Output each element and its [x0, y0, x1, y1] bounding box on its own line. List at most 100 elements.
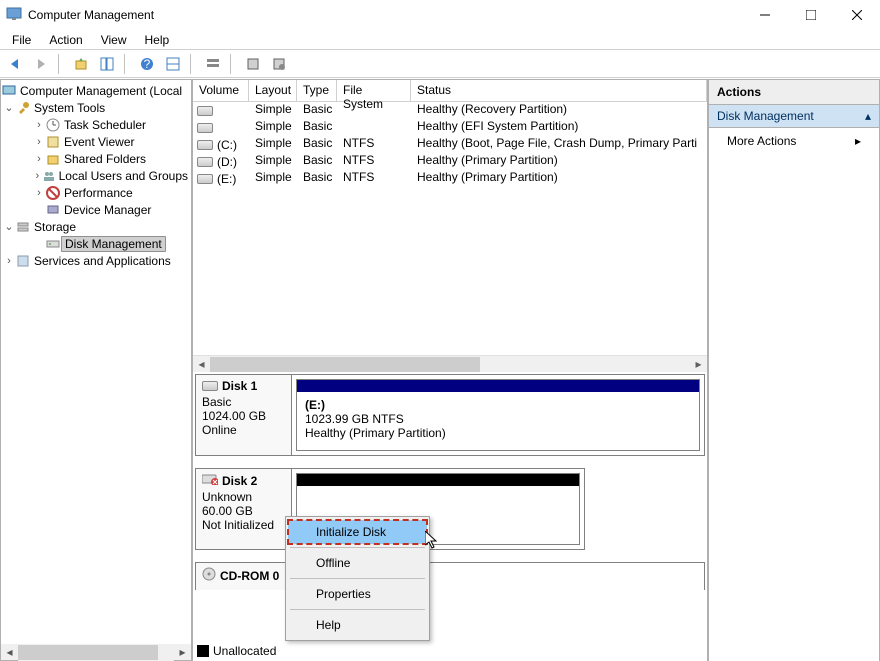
ctx-properties[interactable]: Properties	[288, 582, 427, 606]
actions-more[interactable]: More Actions ▸	[709, 128, 879, 154]
up-button[interactable]	[70, 53, 92, 75]
col-filesystem[interactable]: File System	[337, 80, 411, 101]
expand-icon[interactable]: ›	[33, 136, 45, 148]
tree-root[interactable]: Computer Management (Local	[1, 82, 191, 99]
menu-view[interactable]: View	[101, 30, 127, 49]
tree-device-manager[interactable]: › Device Manager	[1, 201, 191, 218]
menu-file[interactable]: File	[12, 30, 31, 49]
disk-row-cdrom[interactable]: CD-ROM 0	[195, 562, 705, 590]
details-button[interactable]	[202, 53, 224, 75]
device-icon	[45, 202, 61, 218]
volume-row[interactable]: Simple Basic Healthy (EFI System Partiti…	[193, 119, 707, 136]
navigation-tree: Computer Management (Local ⌄ System Tool…	[0, 79, 192, 661]
collapse-icon[interactable]: ⌄	[3, 101, 15, 114]
menu-action[interactable]: Action	[49, 30, 82, 49]
actions-category[interactable]: Disk Management ▴	[709, 105, 879, 128]
partition-status: Healthy (Primary Partition)	[305, 426, 446, 440]
legend: Unallocated	[197, 641, 276, 661]
tree-task-scheduler[interactable]: › Task Scheduler	[1, 116, 191, 133]
settings-button[interactable]	[242, 53, 264, 75]
performance-icon	[45, 185, 61, 201]
volume-rows: Simple Basic Healthy (Recovery Partition…	[193, 102, 707, 355]
tree-performance[interactable]: › Performance	[1, 184, 191, 201]
col-layout[interactable]: Layout	[249, 80, 297, 101]
expand-icon[interactable]: ›	[33, 170, 42, 182]
tree-shared-folders[interactable]: › Shared Folders	[1, 150, 191, 167]
forward-button[interactable]	[30, 53, 52, 75]
disk-state: Not Initialized	[202, 518, 285, 532]
computer-icon	[1, 83, 17, 99]
services-icon	[15, 253, 31, 269]
app-icon	[6, 6, 22, 25]
menu-separator	[290, 609, 425, 610]
volume-row[interactable]: (E:) Simple Basic NTFS Healthy (Primary …	[193, 170, 707, 187]
tree-services-apps[interactable]: › Services and Applications	[1, 252, 191, 269]
tree-disk-management[interactable]: › Disk Management	[1, 235, 191, 252]
toolbar: ?	[0, 50, 880, 78]
panel-button[interactable]	[162, 53, 184, 75]
tree-local-users[interactable]: › Local Users and Groups	[1, 167, 191, 184]
scroll-right-icon[interactable]: ▸	[174, 644, 191, 661]
extra-button[interactable]	[268, 53, 290, 75]
tree-storage[interactable]: ⌄ Storage	[1, 218, 191, 235]
window-controls	[742, 1, 880, 29]
help-button[interactable]: ?	[136, 53, 158, 75]
disk-header: Disk 1 Basic 1024.00 GB Online	[196, 375, 292, 455]
expand-icon[interactable]: ›	[33, 119, 45, 131]
users-icon	[42, 168, 56, 184]
tree-event-viewer[interactable]: › Event Viewer	[1, 133, 191, 150]
scroll-thumb[interactable]	[18, 645, 158, 660]
title-bar: Computer Management	[0, 0, 880, 30]
ctx-offline[interactable]: Offline	[288, 551, 427, 575]
maximize-button[interactable]	[788, 1, 834, 29]
expand-icon[interactable]: ›	[3, 255, 15, 267]
col-status[interactable]: Status	[411, 80, 707, 101]
close-button[interactable]	[834, 1, 880, 29]
menu-help[interactable]: Help	[145, 30, 170, 49]
collapse-icon[interactable]: ⌄	[3, 220, 15, 233]
show-hide-tree-button[interactable]	[96, 53, 118, 75]
back-button[interactable]	[4, 53, 26, 75]
disk-graphical-view: Disk 1 Basic 1024.00 GB Online (E:) 1023…	[193, 372, 707, 661]
volume-icon	[197, 174, 213, 184]
disk-mgmt-icon	[45, 236, 61, 252]
scroll-thumb[interactable]	[210, 357, 480, 372]
volume-columns: Volume Layout Type File System Status	[193, 80, 707, 102]
scroll-right-icon[interactable]: ▸	[690, 356, 707, 372]
expand-icon[interactable]: ›	[33, 187, 45, 199]
actions-header: Actions	[709, 80, 879, 105]
folder-icon	[45, 151, 61, 167]
disk-row-1[interactable]: Disk 1 Basic 1024.00 GB Online (E:) 1023…	[195, 374, 705, 456]
legend-swatch-unallocated	[197, 645, 209, 657]
ctx-help[interactable]: Help	[288, 613, 427, 637]
scroll-left-icon[interactable]: ◂	[193, 356, 210, 372]
minimize-button[interactable]	[742, 1, 788, 29]
col-volume[interactable]: Volume	[193, 80, 249, 101]
tree-system-tools[interactable]: ⌄ System Tools	[1, 99, 191, 116]
volume-row[interactable]: (C:) Simple Basic NTFS Healthy (Boot, Pa…	[193, 136, 707, 153]
legend-label: Unallocated	[213, 644, 276, 658]
center-pane: Volume Layout Type File System Status Si…	[192, 79, 708, 661]
svg-text:?: ?	[144, 57, 151, 71]
tree-hscroll[interactable]: ◂ ▸	[0, 644, 192, 661]
volume-icon	[197, 157, 213, 167]
expand-icon[interactable]: ›	[33, 153, 45, 165]
volume-row[interactable]: Simple Basic Healthy (Recovery Partition…	[193, 102, 707, 119]
main-content: Computer Management (Local ⌄ System Tool…	[0, 78, 880, 661]
col-type[interactable]: Type	[297, 80, 337, 101]
ctx-initialize-disk[interactable]: Initialize Disk	[288, 520, 427, 544]
volume-icon	[197, 106, 213, 116]
disk-icon	[202, 381, 218, 391]
volume-hscroll[interactable]: ◂ ▸	[193, 355, 707, 372]
cdrom-icon	[202, 567, 216, 584]
disk-size: 60.00 GB	[202, 504, 285, 518]
scroll-left-icon[interactable]: ◂	[1, 644, 18, 661]
partition-letter: (E:)	[305, 398, 325, 412]
menu-bar: File Action View Help	[0, 30, 880, 50]
disk-state: Online	[202, 423, 285, 437]
partition-e[interactable]: (E:) 1023.99 GB NTFS Healthy (Primary Pa…	[296, 379, 700, 451]
disk-type: Basic	[202, 395, 285, 409]
cursor-icon	[425, 531, 439, 552]
disk-header: Disk 2 Unknown 60.00 GB Not Initialized	[196, 469, 292, 549]
volume-row[interactable]: (D:) Simple Basic NTFS Healthy (Primary …	[193, 153, 707, 170]
